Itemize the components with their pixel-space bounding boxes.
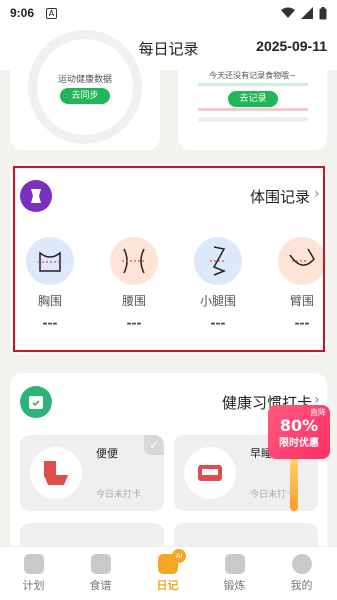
bottom-nav: 计划 食谱 AI 日记 锻炼 我的 <box>0 546 337 600</box>
nav-item-plan[interactable]: 计划 <box>0 547 67 600</box>
habit-name-poop: 便便 <box>96 447 118 460</box>
promo-percent: 80% <box>279 416 319 435</box>
date-selector[interactable]: 2025-09-11 <box>256 38 327 54</box>
nav-label-recipe: 食谱 <box>89 579 112 592</box>
nav-label-diary: 日记 <box>156 579 179 592</box>
calendar-check-icon <box>20 386 52 418</box>
cutlery-icon <box>90 554 111 574</box>
status-icons <box>281 6 327 20</box>
calendar-icon <box>23 554 44 574</box>
habit-tile-poop[interactable]: 便便 今日未打卡 ✓ <box>20 435 164 511</box>
signal-icon <box>301 7 313 19</box>
habit-status-sleep: 今日未打卡 <box>250 490 296 500</box>
status-bar: 9:06 A <box>0 0 337 26</box>
blurred-row <box>198 117 308 122</box>
highlight-box <box>13 166 325 352</box>
profile-icon <box>291 554 312 574</box>
calorie-bar-green <box>198 83 308 86</box>
wifi-icon <box>281 7 295 18</box>
promo-text: 限时优惠 <box>279 438 319 449</box>
battery-icon <box>319 6 327 19</box>
status-time: 9:06 <box>10 6 35 20</box>
sport-health-text: 运动健康数据 <box>57 75 112 85</box>
promo-badge[interactable]: 直降 80% 限时优惠 <box>268 405 330 459</box>
nav-item-diary[interactable]: AI 日记 <box>134 547 201 600</box>
nav-label-plan: 计划 <box>22 579 45 592</box>
go-record-button[interactable]: 去记录 <box>228 91 278 107</box>
nav-label-me: 我的 <box>290 579 313 592</box>
calorie-bar-red <box>198 108 308 111</box>
nav-item-recipe[interactable]: 食谱 <box>67 547 134 600</box>
nav-label-exercise: 锻炼 <box>223 579 246 592</box>
food-record-text: 今天还没有记录食物哦~ <box>209 71 296 80</box>
heartbeat-icon <box>224 554 245 574</box>
notification-a-icon: A <box>46 7 58 19</box>
nav-item-exercise[interactable]: 锻炼 <box>201 547 268 600</box>
toilet-icon-circle <box>30 447 82 499</box>
check-icon[interactable]: ✓ <box>144 435 164 455</box>
nav-item-me[interactable]: 我的 <box>268 547 335 600</box>
ai-badge: AI <box>172 549 186 563</box>
progress-ring <box>28 30 142 144</box>
habit-status-poop: 今日未打卡 <box>96 490 142 500</box>
sync-button[interactable]: 去同步 <box>60 88 110 104</box>
food-record-card[interactable]: 今天还没有记录食物哦~ 去记录 <box>178 70 327 150</box>
sport-health-card[interactable]: 运动健康数据 去同步 <box>10 30 160 150</box>
promo-stick <box>290 459 298 511</box>
bed-icon-circle <box>184 447 236 499</box>
